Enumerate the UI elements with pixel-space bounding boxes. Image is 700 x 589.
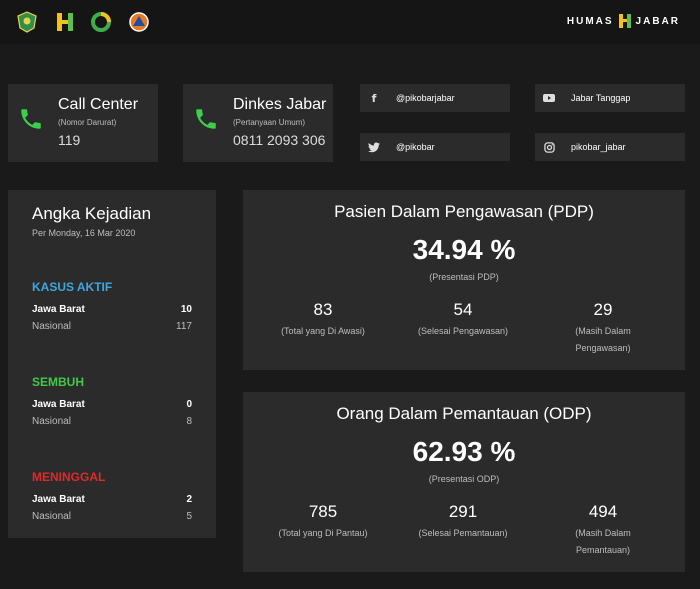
phone-icon: [21, 109, 41, 129]
active-jabar-label: Jawa Barat: [32, 304, 85, 315]
twitter-icon: [360, 133, 388, 161]
active-national-value: 117: [176, 321, 192, 332]
deaths-jabar-value: 2: [186, 494, 192, 505]
instagram-link[interactable]: pikobar_jabar: [535, 133, 685, 161]
incidents-title: Angka Kejadian: [32, 204, 152, 223]
brand-text-left: HUMAS: [566, 15, 614, 27]
pdp-stat-ongoing: 29 (Masih Dalam Pengawasan): [533, 300, 673, 357]
dinkes-card[interactable]: Dinkes Jabar (Pertanyaan Umum) 0811 2093…: [183, 84, 333, 162]
odp-stat-total: 785 (Total yang Di Pantau): [253, 502, 393, 542]
odp-ongoing-value: 494: [588, 502, 618, 521]
call-center-subtitle: (Nomor Darurat): [58, 118, 117, 127]
pdp-percent: 34.94 %: [412, 234, 516, 265]
odp-stat-done: 291 (Selesai Pemantauan): [393, 502, 533, 542]
twitter-link[interactable]: @pikobar: [360, 133, 510, 161]
odp-panel: Orang Dalam Pemantauan (ODP) 62.93 % (Pr…: [243, 392, 685, 572]
recovered-national-value: 8: [186, 416, 192, 427]
odp-percent-label: (Presentasi ODP): [428, 474, 500, 484]
youtube-link[interactable]: Jabar Tanggap: [535, 84, 685, 112]
odp-stat-ongoing: 494 (Masih Dalam Pemantauan): [533, 502, 673, 559]
humas-jabar-brand: HUMAS JABAR: [567, 13, 680, 29]
section-deaths-title: MENINGGAL: [32, 470, 106, 484]
west-java-emblem-icon: [17, 11, 37, 33]
youtube-label: Jabar Tanggap: [571, 93, 631, 103]
recovered-jabar-value: 0: [186, 399, 192, 410]
recovered-national-label: Nasional: [32, 416, 71, 427]
twitter-label: @pikobar: [396, 142, 435, 152]
recovered-jabar-label: Jawa Barat: [32, 399, 85, 410]
pdp-done-label: (Selesai Pengawasan): [417, 326, 509, 336]
active-jabar-value: 10: [180, 304, 192, 315]
active-national-label: Nasional: [32, 321, 71, 332]
pdp-ongoing-value: 29: [593, 300, 613, 319]
odp-percent: 62.93 %: [412, 436, 516, 467]
incidents-card: Angka Kejadian Per Monday, 16 Mar 2020 K…: [8, 190, 216, 538]
call-center-number[interactable]: 119: [58, 132, 80, 148]
deaths-national-label: Nasional: [32, 511, 71, 522]
pdp-stat-total: 83 (Total yang Di Awasi): [253, 300, 393, 340]
pdp-title: Pasien Dalam Pengawasan (PDP): [334, 202, 594, 221]
odp-total-value: 785: [308, 502, 338, 521]
pdp-total-label: (Total yang Di Awasi): [281, 326, 365, 336]
dinkes-number[interactable]: 0811 2093 306: [233, 132, 325, 148]
top-bar: HUMAS JABAR: [0, 0, 700, 44]
instagram-label: pikobar_jabar: [571, 142, 626, 152]
pdp-done-value: 54: [453, 300, 473, 319]
dinkes-title: Dinkes Jabar: [233, 96, 327, 113]
section-recovered-title: SEMBUH: [32, 375, 85, 389]
deaths-national-value: 5: [186, 511, 192, 522]
humas-h-icon: [618, 14, 631, 28]
green-ring-logo-icon: [91, 12, 111, 32]
pdp-ongoing-label: (Masih Dalam Pengawasan): [575, 326, 631, 353]
youtube-icon: [535, 84, 563, 112]
jabar-h-logo-icon: [57, 13, 73, 31]
pdp-panel: Pasien Dalam Pengawasan (PDP) 34.94 % (P…: [243, 190, 685, 370]
odp-done-value: 291: [448, 502, 478, 521]
call-center-card[interactable]: Call Center (Nomor Darurat) 119: [8, 84, 158, 162]
instagram-icon: [535, 133, 563, 161]
odp-done-label: (Selesai Pemantauan): [418, 528, 508, 538]
odp-ongoing-label: (Masih Dalam Pemantauan): [575, 528, 631, 555]
pdp-percent-label: (Presentasi PDP): [429, 272, 499, 282]
phone-icon: [196, 109, 216, 129]
facebook-label: @pikobarjabar: [396, 93, 455, 103]
brand-text-right: JABAR: [635, 15, 680, 27]
facebook-link[interactable]: f @pikobarjabar: [360, 84, 510, 112]
odp-total-label: (Total yang Di Pantau): [278, 528, 368, 538]
section-active-title: KASUS AKTIF: [32, 280, 113, 294]
facebook-icon: f: [371, 91, 377, 105]
pdp-total-value: 83: [313, 300, 333, 319]
deaths-jabar-label: Jawa Barat: [32, 494, 85, 505]
incidents-date: Per Monday, 16 Mar 2020: [32, 228, 136, 238]
call-center-title: Call Center: [58, 96, 139, 113]
pdp-stat-done: 54 (Selesai Pengawasan): [393, 300, 533, 340]
dinkes-subtitle: (Pertanyaan Umum): [233, 118, 306, 127]
odp-title: Orang Dalam Pemantauan (ODP): [336, 404, 592, 423]
bnpb-logo-icon: [129, 12, 149, 32]
